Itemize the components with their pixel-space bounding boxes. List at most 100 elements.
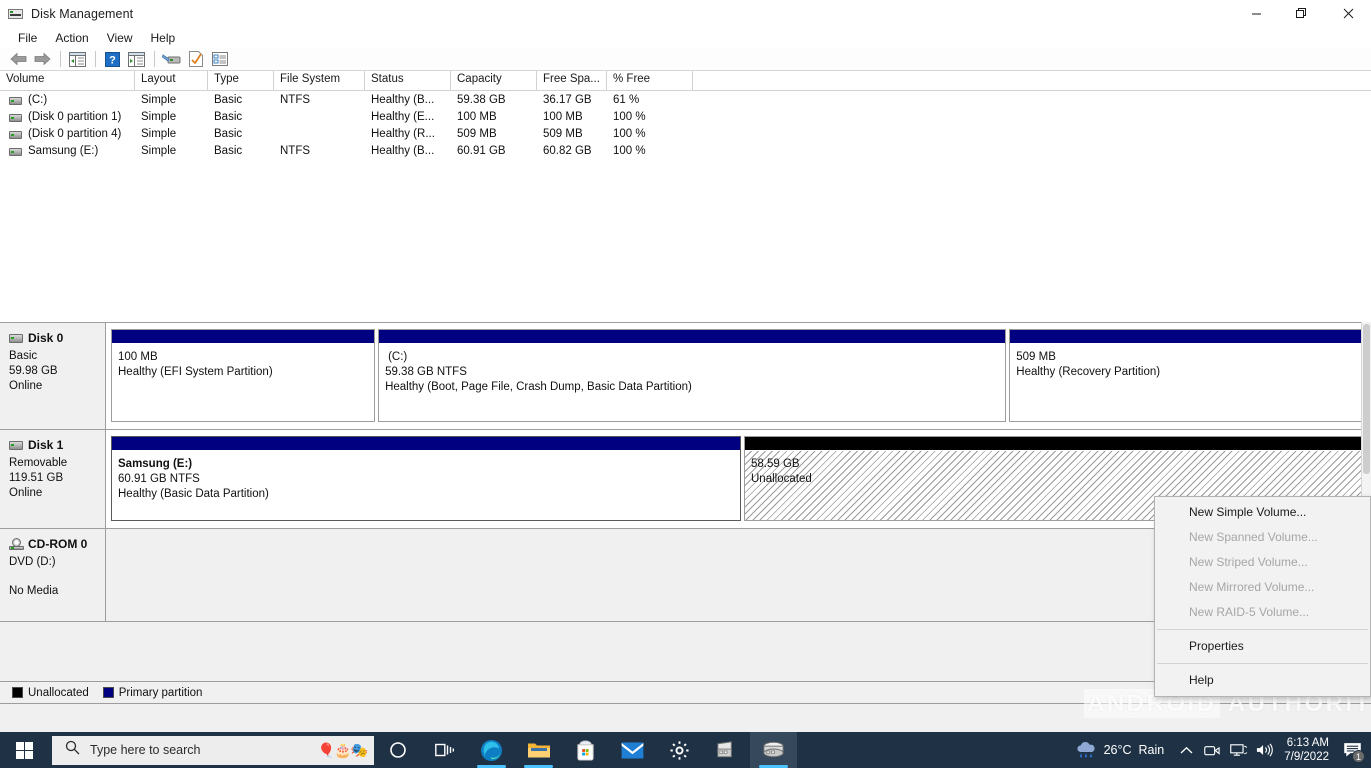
toolbar: ? [0,48,1371,71]
table-row[interactable]: (Disk 0 partition 1) Simple Basic Health… [0,109,1371,126]
camera-privacy-icon[interactable] [1199,732,1225,768]
notification-badge: 1 [1352,750,1365,763]
table-row[interactable]: (C:) Simple Basic NTFS Healthy (B... 59.… [0,92,1371,109]
partition-health: Healthy (Boot, Page File, Crash Dump, Ba… [385,381,692,393]
column-header-capacity[interactable]: Capacity [451,71,537,90]
partition-color-bar [112,330,375,344]
cell-volume-text: (Disk 0 partition 1) [28,111,122,123]
task-view-icon[interactable] [421,732,468,768]
show-console-tree-icon[interactable] [66,49,89,70]
taskbar-clock[interactable]: 6:13 AM 7/9/2022 [1277,732,1337,768]
cell-percent-free: 100 % [613,128,646,140]
column-header-percent-free[interactable]: % Free [607,71,693,90]
svg-text:?: ? [109,54,116,66]
column-header-file-system[interactable]: File System [274,71,365,90]
disk-1-title-row: Disk 1 [9,438,105,452]
column-header-status[interactable]: Status [365,71,451,90]
column-header-layout[interactable]: Layout [135,71,208,90]
search-placeholder: Type here to search [90,743,201,757]
column-header-volume[interactable]: Volume [0,71,135,90]
partition-size: 58.59 GB [751,458,800,470]
network-icon[interactable] [1225,732,1251,768]
computer-management-icon[interactable] [703,732,750,768]
cell-volume: (Disk 0 partition 1) [0,109,135,126]
clock-date: 7/9/2022 [1284,751,1329,763]
disk-1-name: Disk 1 [28,438,64,452]
cortana-icon[interactable] [374,732,421,768]
cell-type: Basic [214,111,243,123]
minimize-button[interactable] [1233,0,1279,27]
ctx-new-mirrored-volume: New Mirrored Volume... [1189,580,1315,594]
detail-list-icon[interactable] [208,49,231,70]
partition-samsung-e[interactable]: Samsung (E:) 60.91 GB NTFS Healthy (Basi… [111,436,741,521]
show-action-pane-icon[interactable] [125,49,148,70]
cell-file-system: NTFS [280,145,311,157]
chevron-up-icon[interactable] [1173,732,1199,768]
volume-disk-icon [9,147,22,156]
volume-icon[interactable] [1251,732,1277,768]
volume-list-rows: (C:) Simple Basic NTFS Healthy (B... 59.… [0,91,1371,160]
context-menu: New Simple Volume... New Spanned Volume.… [1154,496,1371,697]
cdrom-info[interactable]: CD-ROM 0 DVD (D:) No Media [0,529,106,621]
partition-body: 100 MB Healthy (EFI System Partition) [112,344,375,421]
ctx-properties[interactable]: Properties [1155,634,1370,659]
help-icon[interactable]: ? [101,49,124,70]
menu-help[interactable]: Help [142,29,185,47]
partition-health: Healthy (EFI System Partition) [118,366,273,378]
weather-widget[interactable]: 26°C Rain [1063,732,1174,768]
ctx-new-raid5-volume: New RAID-5 Volume... [1189,605,1310,619]
rain-icon [1075,741,1097,759]
menu-action[interactable]: Action [46,29,97,47]
disk-info-disk-1[interactable]: Disk 1 Removable 119.51 GB Online [0,430,106,528]
title-bar: Disk Management [0,0,1371,28]
partition-recovery[interactable]: 509 MB Healthy (Recovery Partition) [1009,329,1367,422]
disk-management-window: Disk Management File Action View Help ? … [0,0,1371,768]
cell-free-space: 60.82 GB [543,145,592,157]
file-explorer-icon[interactable] [515,732,562,768]
partition-color-bar [379,330,1006,344]
menu-view[interactable]: View [98,29,142,47]
partition-c-drive[interactable]: (C:) 59.38 GB NTFS Healthy (Boot, Page F… [378,329,1007,422]
partition-efi-system[interactable]: 100 MB Healthy (EFI System Partition) [111,329,376,422]
maximize-restore-button[interactable] [1279,0,1325,27]
column-header-free-space[interactable]: Free Spa... [537,71,607,90]
cell-type: Basic [214,94,243,106]
system-tray: 26°C Rain 6:13 AM 7/9/2022 1 [1063,732,1371,768]
back-arrow-icon[interactable] [7,49,30,70]
partition-health: Healthy (Basic Data Partition) [118,488,269,500]
search-input[interactable]: Type here to search 🎈🎂🎭 [52,735,374,765]
column-header-type[interactable]: Type [208,71,274,90]
toolbar-separator-3 [154,51,155,67]
microsoft-store-icon[interactable] [562,732,609,768]
cell-capacity: 100 MB [457,111,497,123]
clock-time: 6:13 AM [1286,737,1329,749]
notifications-icon[interactable]: 1 [1337,732,1367,768]
cell-free-space: 509 MB [543,128,583,140]
disk-info-disk-0[interactable]: Disk 0 Basic 59.98 GB Online [0,323,106,429]
mail-icon[interactable] [609,732,656,768]
close-button[interactable] [1325,0,1371,27]
forward-arrow-icon[interactable] [31,49,54,70]
partition-body: Samsung (E:) 60.91 GB NTFS Healthy (Basi… [112,451,740,520]
disk-management-taskbar-icon[interactable] [750,732,797,768]
legend-swatch-unallocated [12,687,23,698]
table-row[interactable]: (Disk 0 partition 4) Simple Basic Health… [0,126,1371,143]
menu-file[interactable]: File [9,29,46,47]
partition-size: 100 MB [118,351,158,363]
properties-check-icon[interactable] [184,49,207,70]
ctx-new-simple-volume[interactable]: New Simple Volume... [1155,500,1370,525]
cdrom-icon [9,538,24,550]
settings-icon[interactable] [656,732,703,768]
table-row[interactable]: Samsung (E:) Simple Basic NTFS Healthy (… [0,143,1371,160]
disk-properties-icon[interactable] [160,49,183,70]
start-button[interactable] [0,732,48,768]
scrollbar-thumb[interactable] [1363,324,1370,474]
ctx-help[interactable]: Help [1155,668,1370,693]
legend-label-unallocated: Unallocated [28,686,89,699]
disk-management-icon [8,6,24,22]
cell-volume-text: (Disk 0 partition 4) [28,128,122,140]
partition-color-bar [1010,330,1366,344]
microsoft-edge-icon[interactable] [468,732,515,768]
disk-row-disk-0[interactable]: Disk 0 Basic 59.98 GB Online 100 MB Heal… [0,323,1371,430]
window-controls [1233,0,1371,27]
